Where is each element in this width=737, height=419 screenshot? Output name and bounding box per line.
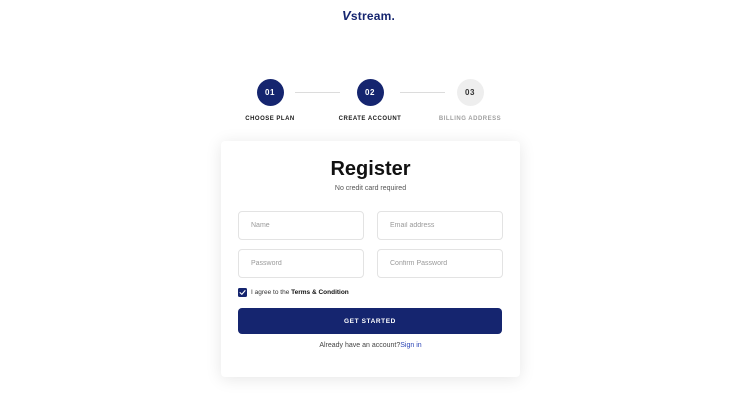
page-title: Register: [330, 158, 411, 180]
step-number: 01: [256, 79, 284, 106]
step-label: BILLING ADDRESS: [438, 116, 502, 122]
get-started-button[interactable]: GET STARTED: [238, 308, 502, 334]
step-choose-plan: 01 CHOOSE PLAN: [220, 79, 320, 122]
page-subtitle: No credit card required: [334, 185, 407, 192]
logo-text: stream.: [350, 9, 395, 23]
progress-stepper: 01 CHOOSE PLAN 02 CREATE ACCOUNT 03 BILL…: [0, 79, 737, 129]
step-billing-address: 03 BILLING ADDRESS: [420, 79, 520, 122]
register-page: Vstream. 01 CHOOSE PLAN 02 CREATE ACCOUN…: [0, 0, 737, 419]
register-card: Register No credit card required I agree…: [221, 141, 520, 377]
terms-text: I agree to the: [251, 289, 292, 296]
name-field[interactable]: [238, 211, 364, 240]
signin-link[interactable]: Sign in: [400, 342, 421, 349]
password-field[interactable]: [238, 249, 364, 278]
terms-agreement: I agree to the Terms & Condition: [238, 288, 349, 297]
step-label: CHOOSE PLAN: [245, 116, 295, 122]
step-number: 02: [356, 79, 384, 106]
brand-logo[interactable]: Vstream.: [0, 8, 737, 23]
step-number: 03: [456, 79, 484, 106]
signin-prompt: Already have an account?Sign in: [221, 342, 520, 349]
signin-text: Already have an account?: [319, 342, 401, 349]
step-label: CREATE ACCOUNT: [338, 116, 402, 122]
logo-mark: V: [342, 8, 351, 23]
confirm-password-field[interactable]: [377, 249, 503, 278]
terms-label: I agree to the Terms & Condition: [251, 289, 349, 296]
step-create-account: 02 CREATE ACCOUNT: [320, 79, 420, 122]
terms-checkbox[interactable]: [238, 288, 247, 297]
email-field[interactable]: [377, 211, 503, 240]
terms-link[interactable]: Terms & Condition: [291, 289, 349, 296]
check-icon: [239, 290, 246, 295]
